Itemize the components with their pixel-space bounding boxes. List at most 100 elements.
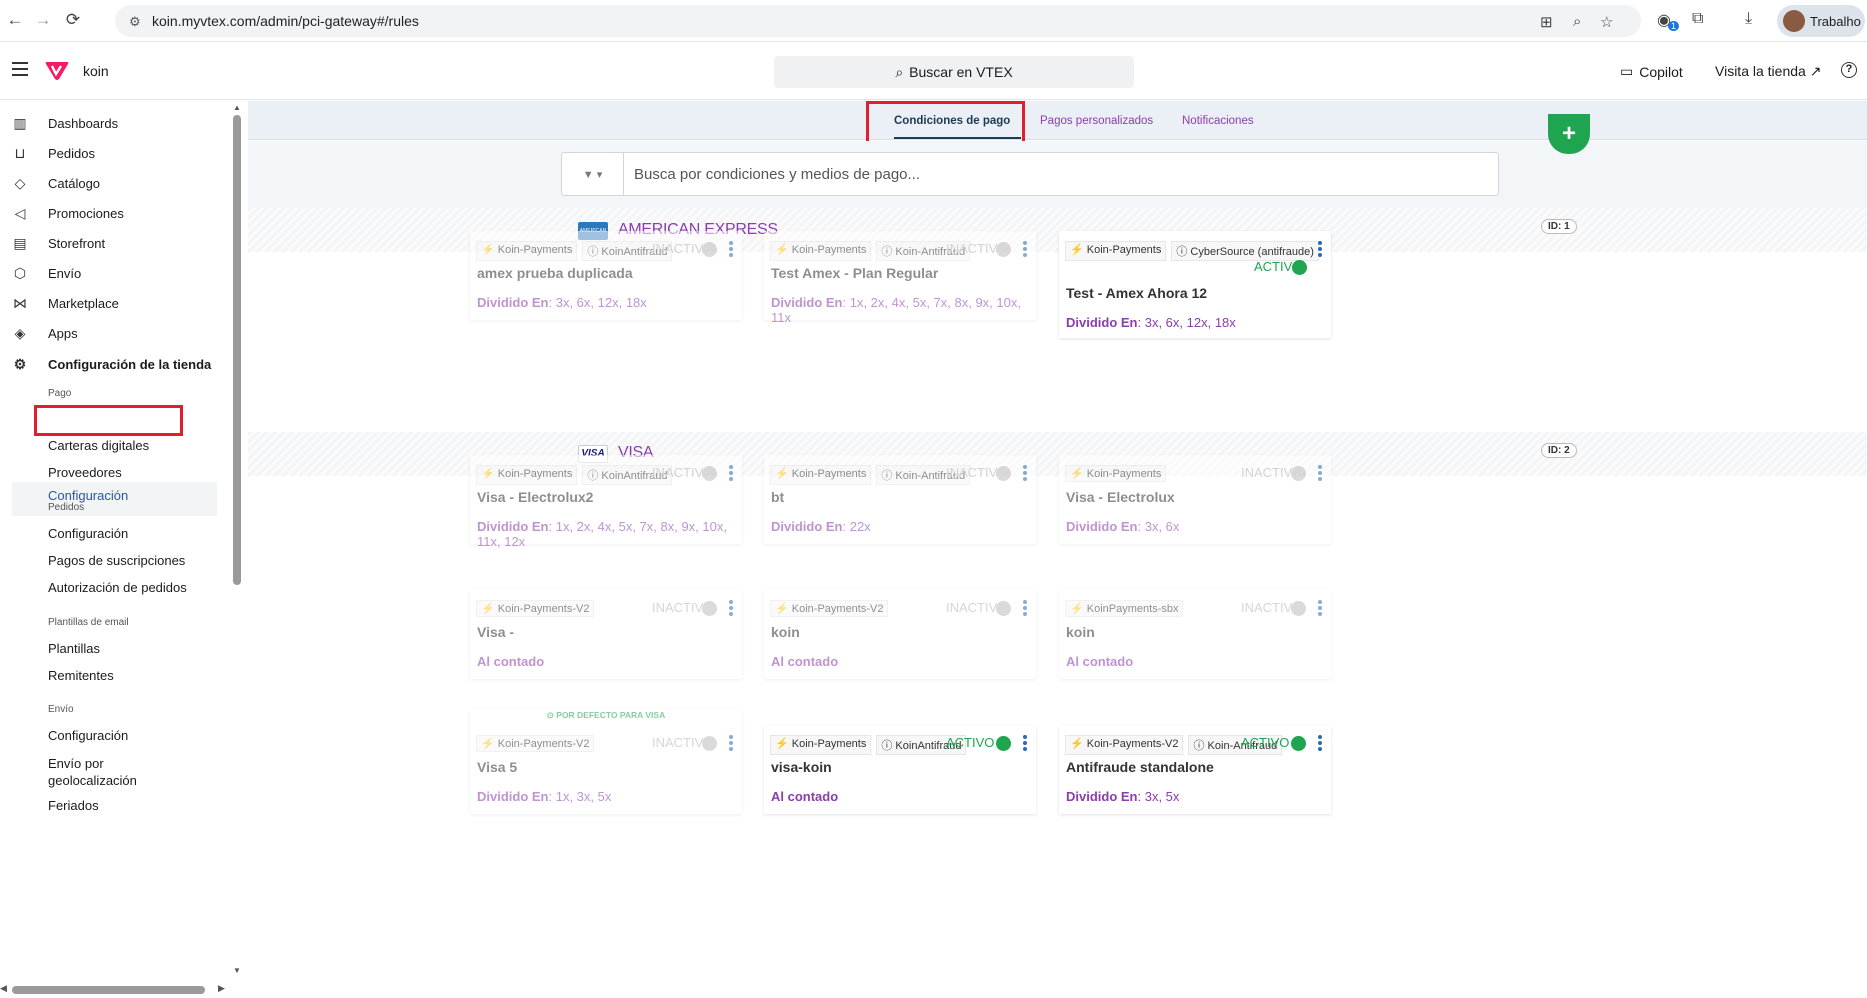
zoom-icon[interactable]: ⌕ [1573, 13, 1581, 30]
more-options-icon[interactable] [1318, 465, 1322, 483]
copilot-button[interactable]: ▭ Copilot [1620, 63, 1683, 80]
rule-card[interactable]: ⚡ Koin-Payments ⓘ KoinAntifraud ACTIVO visa… [764, 725, 1036, 814]
sub-item-proveedores[interactable]: Proveedores [48, 464, 122, 481]
menu-icon[interactable] [12, 62, 28, 76]
bookmark-star-icon[interactable]: ☆ [1600, 13, 1613, 31]
filter-search-input[interactable]: Busca por condiciones y medios de pago..… [634, 166, 920, 183]
sub-item-pedidos-configuracion[interactable]: Configuración [48, 525, 128, 542]
profile-button[interactable]: Trabalho [1777, 5, 1865, 37]
rule-card[interactable]: ⚡ Koin-Payments ⓘ Koin-Antifraud INACTIVO T… [764, 231, 1036, 325]
sidebar-item-storefront[interactable]: ▤ Storefront [12, 231, 105, 255]
rule-card[interactable]: ⚡ Koin-Payments-V2 INACTIVO koin Al contado [764, 590, 1036, 679]
download-icon[interactable]: ⤓ [1745, 10, 1752, 28]
bar-chart-icon: ▥ [13, 114, 27, 131]
sub-item-pago-configuracion[interactable]: Configuración [12, 482, 217, 516]
sub-item-remitentes[interactable]: Remitentes [48, 667, 114, 684]
address-bar[interactable]: ⚙ koin.myvtex.com/admin/pci-gateway#/rul… [115, 5, 1641, 37]
rule-card[interactable]: ⚡ Koin-Payments ⓘ KoinAntifraud INACTIVO Vi… [470, 455, 742, 549]
back-arrow-icon[interactable]: ← [4, 9, 26, 31]
connector-tag: ⚡ Koin-Payments [770, 735, 872, 755]
tab-notificaciones[interactable]: Notificaciones [1182, 115, 1254, 127]
connector-tag: ⚡ Koin-Payments-V2 [476, 600, 595, 617]
sub-item-pagos-suscripciones[interactable]: Pagos de suscripciones [48, 552, 185, 569]
horizontal-scrollbar[interactable] [12, 986, 205, 994]
box-icon: ⬡ [13, 264, 27, 281]
status-toggle[interactable] [996, 601, 1011, 616]
status-toggle[interactable] [1291, 466, 1306, 481]
more-options-icon[interactable] [729, 465, 733, 483]
search-icon: ⌕ [895, 63, 904, 80]
rule-card[interactable]: ⚡ Koin-Payments INACTIVO Visa - Electrolux… [1059, 455, 1331, 544]
rule-card[interactable]: ⚡ Koin-Payments-V2 ⓘ Koin-Antifraud ACTIVO… [1059, 725, 1331, 814]
sidebar-item-promociones[interactable]: ◁ Promociones [12, 201, 124, 225]
puzzle-icon[interactable]: ⧉ [1692, 10, 1703, 28]
add-rule-button[interactable]: + [1548, 114, 1590, 154]
filter-search-box[interactable]: ▼ ▾ Busca por condiciones y medios de pa… [561, 152, 1499, 196]
connector-tag: ⚡ KoinPayments-sbx [1065, 600, 1184, 617]
antifraud-tag: ⓘ CyberSource (antifraude) [1171, 241, 1319, 261]
more-options-icon[interactable] [729, 600, 733, 618]
sidebar-item-pedidos[interactable]: ⊔ Pedidos [12, 141, 95, 165]
more-options-icon[interactable] [1318, 241, 1322, 259]
status-toggle[interactable] [702, 242, 717, 257]
more-options-icon[interactable] [1023, 600, 1027, 618]
help-icon[interactable]: ? [1841, 62, 1857, 78]
status-toggle[interactable] [702, 466, 717, 481]
scroll-right-arrow-icon[interactable]: ▶ [218, 983, 225, 994]
sub-item-autorizacion-pedidos[interactable]: Autorización de pedidos [48, 579, 187, 596]
more-options-icon[interactable] [729, 241, 733, 259]
installments: Dividido En: 1x, 2x, 4x, 5x, 7x, 8x, 9x,… [771, 295, 1021, 325]
global-search[interactable]: ⌕ Buscar en VTEX [774, 56, 1134, 88]
status-toggle[interactable] [1291, 601, 1306, 616]
status-toggle[interactable] [702, 736, 717, 751]
status-toggle[interactable] [1292, 260, 1307, 275]
sidebar-scrollbar[interactable] [233, 115, 241, 585]
more-options-icon[interactable] [1023, 465, 1027, 483]
filter-icon[interactable]: ▼ ▾ [562, 153, 624, 195]
more-options-icon[interactable] [1023, 735, 1027, 753]
status-toggle[interactable] [702, 601, 717, 616]
installments: Dividido En: 3x, 6x, 12x, 18x [1066, 315, 1236, 330]
scroll-left-arrow-icon[interactable]: ◀ [0, 983, 7, 994]
more-options-icon[interactable] [1318, 735, 1322, 753]
sub-item-plantillas[interactable]: Plantillas [48, 640, 100, 657]
layout-icon: ▤ [13, 234, 27, 251]
status-toggle[interactable] [996, 736, 1011, 751]
sub-item-envio-geolocalizacion[interactable]: Envío por geolocalización [48, 755, 158, 789]
rule-card[interactable]: ⊙ POR DEFECTO PARA VISA ⚡ Koin-Payments-V… [470, 710, 742, 814]
more-options-icon[interactable] [729, 735, 733, 753]
rule-card[interactable]: ⚡ Koin-Payments ⓘ CyberSource (antifraude… [1059, 231, 1331, 338]
sidebar-item-marketplace[interactable]: ⋈ Marketplace [12, 291, 119, 315]
sidebar-item-catalogo[interactable]: ◇ Catálogo [12, 171, 100, 195]
rule-card[interactable]: ⚡ Koin-Payments-V2 INACTIVO Visa - Al conta… [470, 590, 742, 679]
scroll-down-arrow-icon[interactable]: ▼ [233, 966, 241, 975]
sidebar-item-dashboards[interactable]: ▥ Dashboards [12, 111, 118, 135]
app-header: koin ⌕ Buscar en VTEX ▭ Copilot Visita l… [0, 42, 1867, 100]
address-url[interactable]: koin.myvtex.com/admin/pci-gateway#/rules [152, 13, 419, 29]
more-options-icon[interactable] [1023, 241, 1027, 259]
rule-card[interactable]: ⚡ Koin-Payments ⓘ KoinAntifraud INACTIVO am… [470, 231, 742, 320]
translate-icon[interactable]: ⊞ [1540, 13, 1553, 31]
rule-card[interactable]: ⚡ KoinPayments-sbx INACTIVO koin Al contado [1059, 590, 1331, 679]
status-toggle[interactable] [1291, 736, 1306, 751]
status-toggle[interactable] [996, 242, 1011, 257]
sidebar-item-apps[interactable]: ◈ Apps [12, 321, 78, 345]
section-title-pedidos: Pedidos [48, 502, 85, 513]
reload-icon[interactable]: ⟳ [62, 9, 84, 31]
visit-store-link[interactable]: Visita la tienda ↗ [1715, 63, 1821, 80]
share-icon: ⋈ [13, 294, 27, 311]
scroll-up-arrow-icon[interactable]: ▲ [233, 103, 241, 112]
site-settings-icon[interactable]: ⚙ [129, 14, 143, 29]
sidebar-item-configuracion-tienda[interactable]: ⚙ Configuración de la tienda [12, 352, 212, 376]
sub-item-carteras-digitales[interactable]: Carteras digitales [48, 437, 149, 454]
sub-item-feriados[interactable]: Feriados [48, 797, 99, 814]
status-toggle[interactable] [996, 466, 1011, 481]
sidebar-item-envio[interactable]: ⬡ Envío [12, 261, 81, 285]
connector-tag: ⚡ Koin-Payments-V2 [770, 600, 889, 617]
more-options-icon[interactable] [1318, 600, 1322, 618]
connector-tag: ⚡ Koin-Payments-V2 [476, 735, 595, 752]
rule-card[interactable]: ⚡ Koin-Payments ⓘ Koin-Antifraud INACTIVO b… [764, 455, 1036, 544]
tab-pagos-personalizados[interactable]: Pagos personalizados [1040, 115, 1153, 127]
sub-item-envio-configuracion[interactable]: Configuración [48, 727, 128, 744]
forward-arrow-icon[interactable]: → [32, 9, 54, 31]
